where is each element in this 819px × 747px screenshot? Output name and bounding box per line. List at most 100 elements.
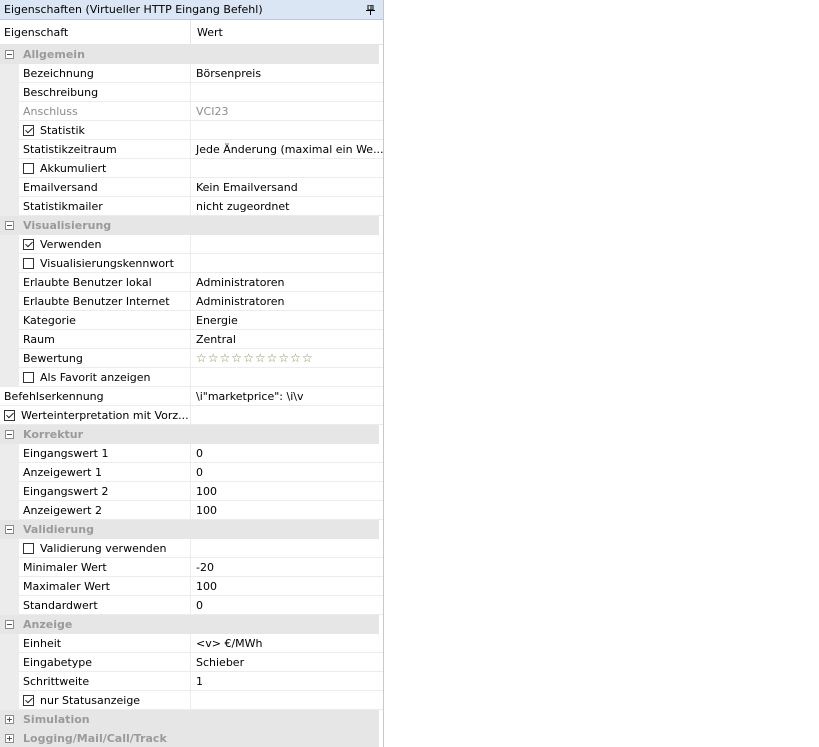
- property-value[interactable]: Administratoren: [190, 273, 383, 291]
- property-row-visualisierungskennwort[interactable]: Visualisierungskennwort: [0, 254, 383, 273]
- property-row-werteinterpretation-mit-vorz[interactable]: Werteinterpretation mit Vorz...: [0, 406, 383, 425]
- property-value[interactable]: [190, 235, 383, 253]
- star-icon[interactable]: ☆: [255, 351, 266, 365]
- star-icon[interactable]: ☆: [208, 351, 219, 365]
- checkbox[interactable]: [23, 162, 34, 174]
- collapse-icon[interactable]: [5, 50, 14, 59]
- property-value[interactable]: [190, 539, 383, 557]
- property-row-bezeichnung[interactable]: Bezeichnung Börsenpreis: [0, 64, 383, 83]
- property-value[interactable]: nicht zugeordnet: [190, 197, 383, 215]
- property-value[interactable]: Kein Emailversand: [190, 178, 383, 196]
- property-row-statistik[interactable]: Statistik: [0, 121, 383, 140]
- property-value[interactable]: [190, 159, 383, 177]
- category-label: Logging/Mail/Call/Track: [23, 732, 167, 745]
- collapse-icon[interactable]: [5, 525, 14, 534]
- property-row-anzeigewert-2[interactable]: Anzeigewert 2 100: [0, 501, 383, 520]
- checkbox[interactable]: [23, 371, 34, 383]
- property-row-emailversand[interactable]: Emailversand Kein Emailversand: [0, 178, 383, 197]
- property-row-minimaler-wert[interactable]: Minimaler Wert -20: [0, 558, 383, 577]
- property-row-verwenden[interactable]: Verwenden: [0, 235, 383, 254]
- property-value[interactable]: 100: [190, 501, 383, 519]
- property-value[interactable]: Schieber: [190, 653, 383, 671]
- property-value[interactable]: 100: [190, 482, 383, 500]
- category-anzeige[interactable]: Anzeige: [0, 615, 379, 634]
- property-row-erlaubte-benutzer-lokal[interactable]: Erlaubte Benutzer lokal Administratoren: [0, 273, 383, 292]
- category-logging-mail-call-track[interactable]: Logging/Mail/Call/Track: [0, 729, 379, 747]
- property-label: Als Favorit anzeigen: [40, 370, 151, 384]
- property-value[interactable]: 1: [190, 672, 383, 690]
- expand-icon[interactable]: [5, 715, 14, 724]
- property-row-eingabetype[interactable]: Eingabetype Schieber: [0, 653, 383, 672]
- star-icon[interactable]: ☆: [290, 351, 301, 365]
- property-row-schrittweite[interactable]: Schrittweite 1: [0, 672, 383, 691]
- checkbox[interactable]: [23, 257, 34, 269]
- property-value[interactable]: Administratoren: [190, 292, 383, 310]
- category-allgemein[interactable]: Allgemein: [0, 45, 379, 64]
- checkbox[interactable]: [23, 694, 34, 706]
- collapse-icon[interactable]: [5, 430, 14, 439]
- property-row-anschluss[interactable]: Anschluss VCI23: [0, 102, 383, 121]
- property-row-einheit[interactable]: Einheit <v> €/MWh: [0, 634, 383, 653]
- property-value[interactable]: [190, 406, 383, 424]
- category-validierung[interactable]: Validierung: [0, 520, 379, 539]
- property-row-akkumuliert[interactable]: Akkumuliert: [0, 159, 383, 178]
- property-value[interactable]: Börsenpreis: [190, 64, 383, 82]
- property-row-standardwert[interactable]: Standardwert 0: [0, 596, 383, 615]
- property-value[interactable]: [190, 121, 383, 139]
- expand-icon[interactable]: [5, 734, 14, 743]
- collapse-icon[interactable]: [5, 620, 14, 629]
- property-row-maximaler-wert[interactable]: Maximaler Wert 100: [0, 577, 383, 596]
- property-value[interactable]: Zentral: [190, 330, 383, 348]
- property-value[interactable]: 100: [190, 577, 383, 595]
- property-row-kategorie[interactable]: Kategorie Energie: [0, 311, 383, 330]
- property-value[interactable]: <v> €/MWh: [190, 634, 383, 652]
- property-row-validierung-verwenden[interactable]: Validierung verwenden: [0, 539, 383, 558]
- property-value[interactable]: [190, 83, 383, 101]
- property-label: Validierung verwenden: [40, 541, 167, 555]
- property-row-erlaubte-benutzer-internet[interactable]: Erlaubte Benutzer Internet Administratore…: [0, 292, 383, 311]
- property-row-bewertung[interactable]: Bewertung ☆ ☆ ☆ ☆ ☆ ☆ ☆ ☆ ☆ ☆: [0, 349, 383, 368]
- category-simulation[interactable]: Simulation: [0, 710, 379, 729]
- star-icon[interactable]: ☆: [220, 351, 231, 365]
- property-label: Erlaubte Benutzer lokal: [23, 275, 152, 289]
- checkbox[interactable]: [23, 238, 34, 250]
- property-row-anzeigewert-1[interactable]: Anzeigewert 1 0: [0, 463, 383, 482]
- property-value[interactable]: 0: [190, 596, 383, 614]
- property-value[interactable]: 0: [190, 444, 383, 462]
- property-value[interactable]: VCI23: [190, 102, 383, 120]
- property-row-eingangswert-2[interactable]: Eingangswert 2 100: [0, 482, 383, 501]
- property-value[interactable]: [190, 254, 383, 272]
- star-icon[interactable]: ☆: [267, 351, 278, 365]
- property-value[interactable]: [190, 368, 383, 386]
- property-row-befehlserkennung[interactable]: Befehlserkennung \i"marketprice": \i\v: [0, 387, 383, 406]
- property-value[interactable]: \i"marketprice": \i\v: [190, 387, 383, 405]
- star-icon[interactable]: ☆: [196, 351, 207, 365]
- property-row-nur-statusanzeige[interactable]: nur Statusanzeige: [0, 691, 383, 710]
- property-row-raum[interactable]: Raum Zentral: [0, 330, 383, 349]
- star-icon[interactable]: ☆: [302, 351, 313, 365]
- collapse-icon[interactable]: [5, 221, 14, 230]
- star-icon[interactable]: ☆: [243, 351, 254, 365]
- property-value[interactable]: ☆ ☆ ☆ ☆ ☆ ☆ ☆ ☆ ☆ ☆: [190, 349, 383, 367]
- star-icon[interactable]: ☆: [231, 351, 242, 365]
- property-value[interactable]: [190, 691, 383, 709]
- property-value[interactable]: 0: [190, 463, 383, 481]
- property-row-eingangswert-1[interactable]: Eingangswert 1 0: [0, 444, 383, 463]
- property-rows: Allgemein Bezeichnung Börsenpreis Beschreib…: [0, 45, 383, 747]
- property-value[interactable]: Jede Änderung (maximal ein We...: [190, 140, 383, 158]
- checkbox[interactable]: [23, 542, 34, 554]
- property-row-statistikmailer[interactable]: Statistikmailer nicht zugeordnet: [0, 197, 383, 216]
- rating-stars[interactable]: ☆ ☆ ☆ ☆ ☆ ☆ ☆ ☆ ☆ ☆: [196, 351, 313, 365]
- property-value[interactable]: Energie: [190, 311, 383, 329]
- checkbox[interactable]: [23, 124, 34, 136]
- property-value[interactable]: -20: [190, 558, 383, 576]
- category-visualisierung[interactable]: Visualisierung: [0, 216, 379, 235]
- category-korrektur[interactable]: Korrektur: [0, 425, 379, 444]
- star-icon[interactable]: ☆: [278, 351, 289, 365]
- category-label: Allgemein: [23, 48, 85, 61]
- checkbox[interactable]: [4, 409, 15, 421]
- property-row-als-favorit-anzeigen[interactable]: Als Favorit anzeigen: [0, 368, 383, 387]
- pin-icon[interactable]: [363, 3, 377, 17]
- property-row-statistikzeitraum[interactable]: Statistikzeitraum Jede Änderung (maximal …: [0, 140, 383, 159]
- property-row-beschreibung[interactable]: Beschreibung: [0, 83, 383, 102]
